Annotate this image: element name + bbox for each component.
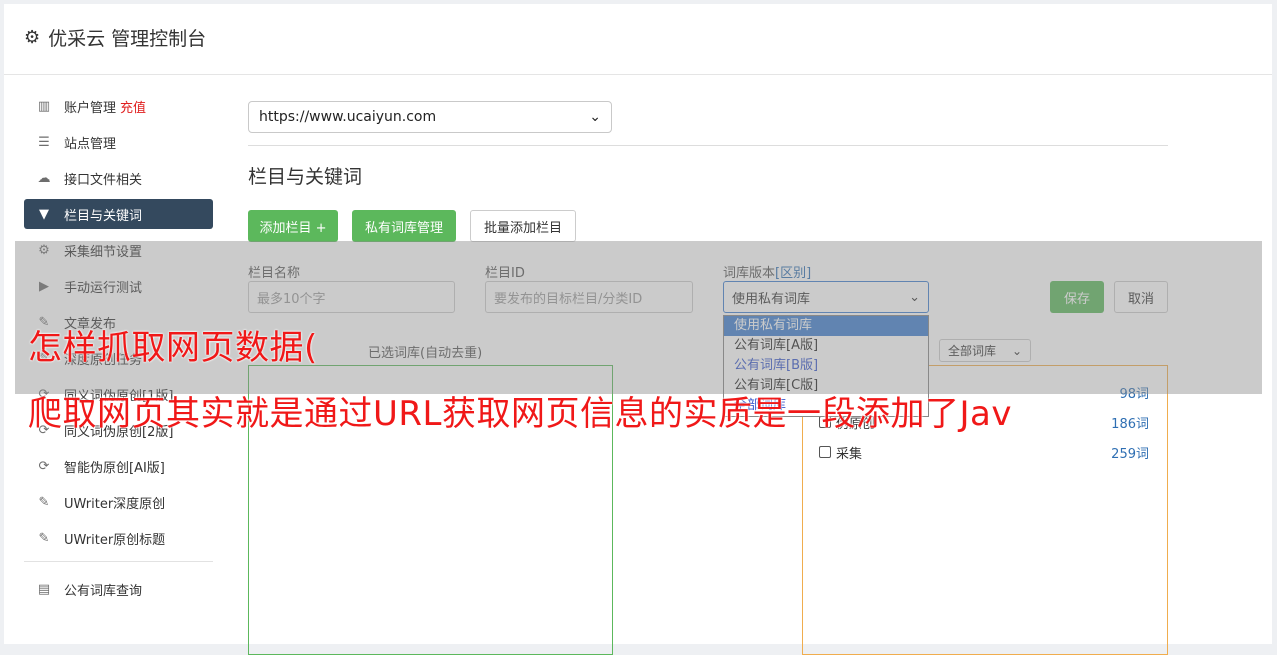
chevron-down-icon: ⌄ — [909, 289, 920, 305]
batch-add-button[interactable]: 批量添加栏目 — [470, 210, 576, 242]
save-button[interactable]: 保存 — [1050, 281, 1104, 313]
version-label: 词库版本[区别] — [723, 262, 811, 281]
section-title: 栏目与关键词 — [248, 166, 363, 188]
recharge-link[interactable]: 充值 — [120, 97, 146, 116]
checkbox[interactable] — [819, 446, 831, 458]
sidebar-item-uwriter-title[interactable]: ✎ UWriter原创标题 — [24, 523, 213, 553]
book-icon: ▤ — [37, 581, 51, 597]
cloud-upload-icon: ☁ — [37, 170, 51, 186]
column-name-input[interactable]: 最多10个字 — [248, 281, 455, 313]
lib-filter-select[interactable]: 全部词库 ⌄ — [939, 339, 1031, 362]
list-item[interactable]: 采集 259词 — [819, 443, 1149, 462]
cogs-icon: ⚙ — [38, 242, 50, 258]
sidebar-item-label: UWriter原创标题 — [64, 532, 166, 548]
overlay-caption-line2: 爬取网页其实就是通过URL获取网页信息的实质是一段添加了Jav — [28, 394, 1012, 434]
sidebar-item-label: 手动运行测试 — [64, 280, 143, 296]
sidebar-item-label: UWriter深度原创 — [64, 496, 166, 512]
sidebar-item-label: 接口文件相关 — [64, 172, 143, 188]
site-select[interactable]: https://www.ucaiyun.com ⌄ — [248, 101, 612, 133]
play-circle-icon: ▶ — [39, 278, 49, 294]
edit-icon: ✎ — [38, 530, 50, 546]
sidebar-item-account[interactable]: ▥ 账户管理 充值 — [24, 91, 213, 121]
sidebar-item-manual-run[interactable]: ▶ 手动运行测试 — [24, 271, 213, 301]
selected-libs-label: 已选词库(自动去重) — [368, 346, 483, 361]
column-name-label: 栏目名称 — [248, 266, 301, 281]
sidebar-item-label: 栏目与关键词 — [64, 208, 143, 224]
app-title-text: 优采云 管理控制台 — [48, 28, 207, 50]
add-column-button[interactable]: 添加栏目 + — [248, 210, 338, 242]
sidebar-item-label: 智能伪原创[AI版] — [64, 460, 165, 476]
chevron-down-icon: ⌄ — [1011, 343, 1022, 358]
dropdown-option[interactable]: 公有词库[A版] — [724, 336, 928, 356]
dropdown-option[interactable]: 公有词库[B版] — [724, 356, 928, 376]
lib-count: 98词 — [1119, 387, 1149, 402]
site-select-value: https://www.ucaiyun.com — [259, 109, 437, 125]
divider — [248, 145, 1168, 146]
sidebar-item-interface[interactable]: ☁ 接口文件相关 — [24, 163, 213, 193]
version-diff-link[interactable]: [区别] — [775, 266, 811, 281]
lib-name: 采集 — [836, 447, 863, 462]
sidebar-item-collect-settings[interactable]: ⚙ 采集细节设置 — [24, 235, 213, 265]
lib-filter-value: 全部词库 — [948, 344, 997, 358]
version-select[interactable]: 使用私有词库 ⌄ — [723, 281, 929, 313]
column-id-input[interactable]: 要发布的目标栏目/分类ID — [485, 281, 693, 313]
refresh-icon: ⟳ — [38, 458, 50, 474]
version-select-value: 使用私有词库 — [732, 291, 811, 307]
sidebar-item-label: 账户管理 — [64, 100, 117, 116]
column-id-label: 栏目ID — [485, 266, 525, 281]
cancel-button[interactable]: 取消 — [1114, 281, 1168, 313]
sidebar-item-public-lib[interactable]: ▤ 公有词库查询 — [24, 574, 213, 604]
private-lib-button[interactable]: 私有词库管理 — [352, 210, 456, 242]
lib-count: 259词 — [1111, 447, 1149, 462]
sidebar-divider — [24, 561, 213, 562]
edit-icon: ✎ — [38, 494, 50, 510]
filter-icon: ▼ — [39, 206, 49, 222]
sidebar-item-label: 站点管理 — [64, 136, 117, 152]
sidebar-item-label: 采集细节设置 — [64, 244, 143, 260]
main-content: https://www.ucaiyun.com ⌄ 栏目与关键词 添加栏目 + … — [248, 4, 1168, 655]
chevron-down-icon: ⌄ — [589, 109, 601, 125]
lib-count: 186词 — [1111, 417, 1149, 432]
dropdown-option[interactable]: 使用私有词库 — [724, 316, 928, 336]
gear-icon: ⚙ — [24, 27, 41, 48]
sidebar-item-sites[interactable]: ☰ 站点管理 — [24, 127, 213, 157]
version-label-text: 词库版本 — [723, 266, 776, 281]
sidebar-item-columns[interactable]: ▼ 栏目与关键词 — [24, 199, 213, 229]
app-title: ⚙ 优采云 管理控制台 — [24, 24, 206, 51]
overlay-caption-line1: 怎样抓取网页数据( — [28, 328, 318, 368]
sidebar-item-ai-rewrite[interactable]: ⟳ 智能伪原创[AI版] — [24, 451, 213, 481]
server-icon: ☰ — [38, 134, 50, 150]
bar-chart-icon: ▥ — [37, 98, 51, 114]
sidebar-item-label: 公有词库查询 — [64, 583, 143, 599]
sidebar-item-uwriter-deep[interactable]: ✎ UWriter深度原创 — [24, 487, 213, 517]
